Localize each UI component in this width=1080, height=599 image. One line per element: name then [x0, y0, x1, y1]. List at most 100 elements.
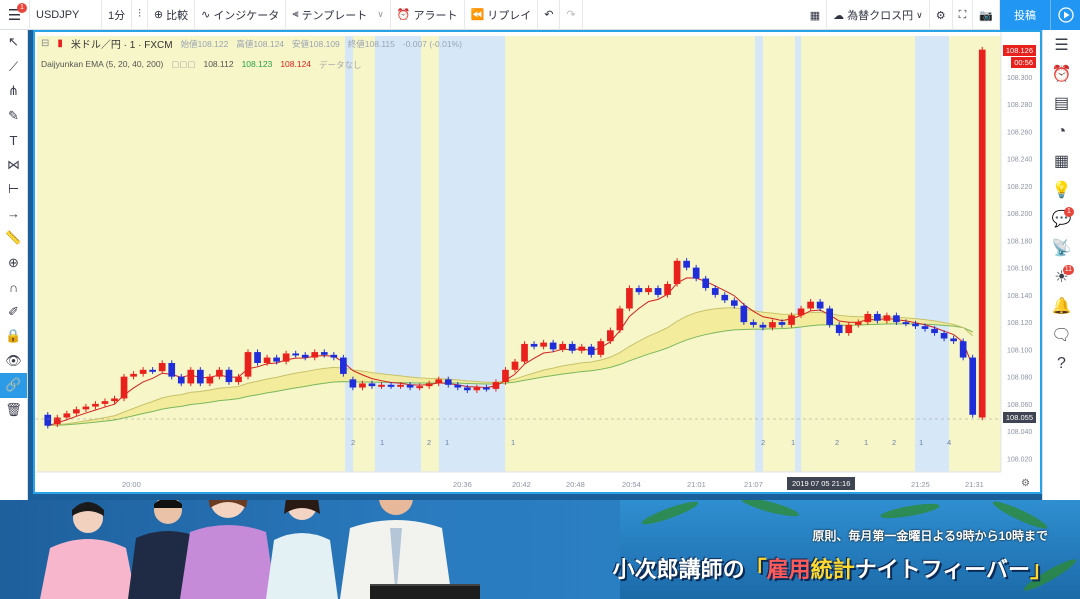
- play-icon: [1057, 7, 1074, 23]
- candle-down: [454, 384, 462, 388]
- pitchfork-tool[interactable]: ⋔: [0, 79, 27, 104]
- link-icon: 🔗: [5, 377, 22, 393]
- stay-drawing-tool[interactable]: ✐: [0, 300, 27, 325]
- chart-pane[interactable]: 212112121214 108.320108.300108.280108.26…: [33, 30, 1042, 494]
- candle-up: [92, 403, 99, 407]
- ruler-icon: ⊢: [7, 181, 20, 197]
- trash-tool[interactable]: 🗑: [0, 398, 27, 423]
- candle-down: [816, 301, 824, 309]
- chat-button[interactable]: 💬 1: [1043, 204, 1080, 233]
- zoom-tool[interactable]: ⊕: [0, 251, 27, 276]
- candle-up: [206, 376, 214, 384]
- session-count-label: 4: [947, 438, 951, 447]
- interval-label: 1分: [108, 9, 126, 22]
- session-band-blue: [795, 36, 801, 472]
- magnet-tool[interactable]: ∩: [0, 275, 27, 300]
- time-tick-label: 20:48: [566, 480, 585, 489]
- comment-button[interactable]: 🗨: [1043, 320, 1080, 349]
- post-button[interactable]: 投稿: [1000, 0, 1050, 30]
- title-prefix: 小次郎講師の: [612, 557, 745, 582]
- price-chart[interactable]: 212112121214 108.320108.300108.280108.26…: [35, 32, 1040, 492]
- candle-up: [492, 382, 500, 389]
- chart-type-button[interactable]: ⫶: [132, 0, 148, 30]
- lock-tool[interactable]: 🔒: [0, 324, 27, 349]
- legend-close: 終値108.115: [347, 38, 395, 49]
- data-window-button[interactable]: ▤: [1043, 88, 1080, 117]
- hotlist-button[interactable]: ◔: [1043, 117, 1080, 146]
- session-band-blue: [375, 36, 421, 472]
- calendar-button[interactable]: ▦: [1043, 146, 1080, 175]
- candle-down: [940, 333, 948, 339]
- notifications-button[interactable]: ☀ 11: [1043, 262, 1080, 291]
- candle-up: [673, 260, 681, 284]
- fullscreen-button[interactable]: ⛶: [953, 0, 974, 30]
- candle-up: [473, 387, 481, 391]
- brush-icon: ✎: [8, 107, 19, 123]
- bell-button[interactable]: 🔔: [1043, 291, 1080, 320]
- measure-tool[interactable]: ⊢: [0, 177, 27, 202]
- session-count-label: 2: [761, 438, 765, 447]
- pattern-tool[interactable]: ⋈: [0, 153, 27, 178]
- candle-down: [530, 343, 538, 347]
- candle-up: [788, 315, 795, 325]
- settings-button[interactable]: ⚙: [930, 0, 953, 30]
- candle-up: [101, 401, 109, 404]
- leaf-shape: [739, 500, 801, 520]
- candle-up: [769, 322, 776, 328]
- bar-timer-label: 00:56: [1011, 57, 1036, 68]
- candle-up: [416, 386, 423, 389]
- chart-settings-button[interactable]: ⚙: [1021, 478, 1030, 489]
- data-window-icon: ▤: [1053, 94, 1070, 112]
- candle-down: [387, 384, 395, 387]
- alert-button[interactable]: ⏰ アラート: [391, 0, 465, 30]
- streams-button[interactable]: 📡: [1043, 233, 1080, 262]
- presenter-4: [266, 500, 338, 599]
- link-tool[interactable]: 🔗: [0, 373, 27, 398]
- price-tick-label: 108.040: [1007, 429, 1032, 436]
- candle-up: [797, 308, 805, 316]
- help-button[interactable]: ?: [1043, 349, 1080, 378]
- indicator-controls-icon[interactable]: ▢▢▢: [171, 59, 195, 71]
- menu-button[interactable]: ☰ 1: [0, 0, 30, 30]
- candle-up: [53, 417, 61, 425]
- indicators-button[interactable]: ∿ インジケータ: [195, 0, 287, 30]
- ruler-tool[interactable]: 📏: [0, 226, 27, 251]
- redo-button[interactable]: ↷: [560, 0, 583, 30]
- candle-down: [921, 326, 929, 329]
- visibility-tool[interactable]: 👁: [0, 349, 27, 374]
- play-button[interactable]: [1050, 0, 1080, 30]
- candle-down: [549, 342, 557, 350]
- candle-up: [502, 369, 509, 383]
- alarm-icon: ⏰: [1051, 65, 1072, 83]
- undo-button[interactable]: ↶: [538, 0, 561, 30]
- watchlist-button[interactable]: ☰: [1043, 30, 1080, 59]
- indicator-suffix: データなし: [319, 60, 362, 70]
- cursor-tool[interactable]: ↖: [0, 30, 27, 55]
- symbol-search[interactable]: USDJPY: [30, 0, 102, 30]
- chat-badge: 1: [1064, 207, 1074, 217]
- broadcast-icon: 📡: [1051, 239, 1072, 257]
- replay-button[interactable]: ⏪ リプレイ: [465, 0, 539, 30]
- session-band-blue: [345, 36, 353, 472]
- arrow-right-icon: →: [7, 206, 20, 222]
- candle-up: [540, 342, 547, 347]
- price-tick-label: 108.280: [1007, 102, 1032, 109]
- interval-button[interactable]: 1分: [102, 0, 133, 30]
- brush-tool[interactable]: ✎: [0, 104, 27, 129]
- candle-down: [406, 384, 414, 388]
- fullscreen-icon: ⛶: [958, 8, 967, 21]
- layout-grid-button[interactable]: ▦: [804, 0, 828, 30]
- alerts-panel-button[interactable]: ⏰: [1043, 59, 1080, 88]
- snapshot-button[interactable]: 📷: [973, 0, 1000, 30]
- candle-down: [740, 305, 748, 323]
- cloud-icon: ☁: [833, 9, 845, 22]
- text-tool[interactable]: T: [0, 128, 27, 153]
- layout-name-button[interactable]: ☁ 為替クロス円 ∨: [827, 0, 930, 30]
- arrow-tool[interactable]: →: [0, 202, 27, 227]
- collapse-icon[interactable]: ⊟: [41, 38, 49, 49]
- candle-down: [683, 260, 690, 268]
- compare-button[interactable]: ⊕ 比較: [148, 0, 196, 30]
- trendline-tool[interactable]: ⟋: [0, 55, 27, 80]
- template-button[interactable]: ⫷ テンプレート ∨: [286, 0, 391, 30]
- ideas-button[interactable]: 💡: [1043, 175, 1080, 204]
